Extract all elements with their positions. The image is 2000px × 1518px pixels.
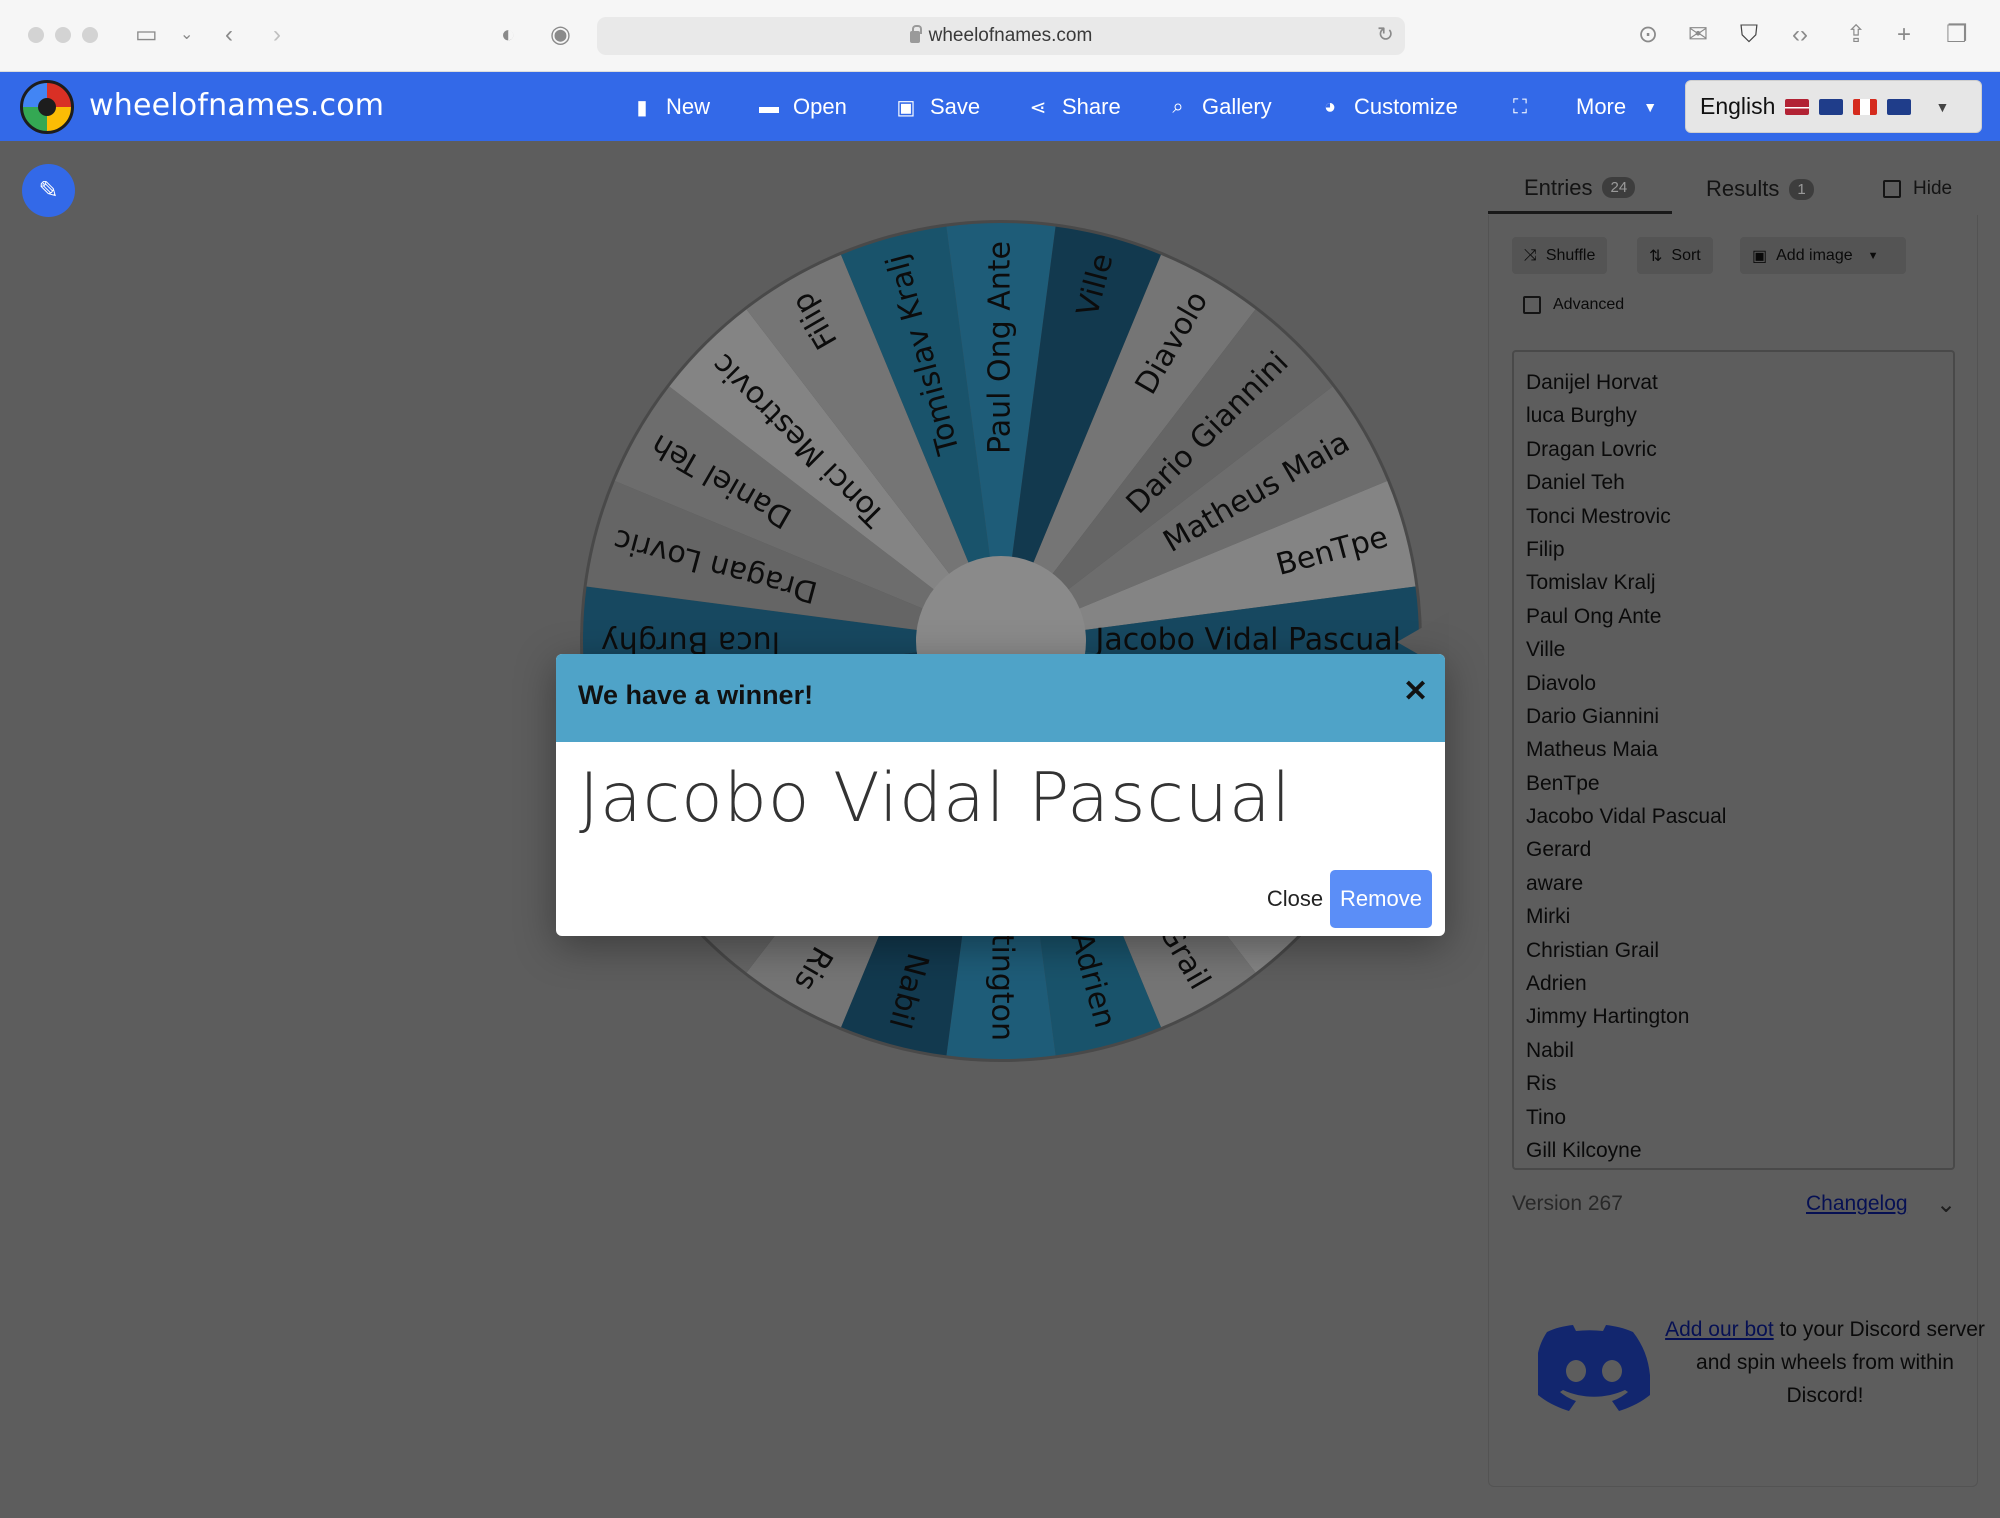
- remove-button[interactable]: Remove: [1330, 870, 1432, 928]
- search-icon: ⌕: [1172, 95, 1184, 118]
- share-icon[interactable]: ⇪: [1846, 20, 1866, 50]
- nav-more-button[interactable]: More ▼: [1576, 92, 1662, 122]
- file-icon: ▮: [636, 96, 648, 119]
- bitwarden-icon[interactable]: ⛉: [1740, 20, 1758, 50]
- url-text: wheelofnames.com: [928, 25, 1093, 46]
- uk-flag-icon: [1819, 98, 1844, 115]
- close-icon[interactable]: ✕: [1403, 674, 1428, 709]
- nav-open-button[interactable]: ▬ Open: [757, 92, 847, 122]
- folder-icon: ▬: [759, 95, 779, 118]
- back-icon[interactable]: ‹: [225, 20, 233, 50]
- reload-icon[interactable]: ↻: [1377, 20, 1394, 50]
- winner-name: Jacobo Vidal Pascual: [579, 759, 1292, 838]
- caret-down-icon: ▼: [1935, 98, 1950, 115]
- window-minimize-dot[interactable]: [55, 27, 71, 43]
- edit-button[interactable]: ✎: [22, 164, 75, 217]
- nav-more-label: More: [1576, 94, 1627, 119]
- nav-new-button[interactable]: ▮ New: [630, 92, 710, 122]
- devtools-icon[interactable]: ‹›: [1792, 20, 1808, 50]
- privacy-shield-icon[interactable]: ◐: [501, 20, 516, 50]
- fullscreen-icon: ⛶: [1513, 95, 1527, 118]
- nav-gallery-label: Gallery: [1202, 94, 1272, 119]
- download-icon[interactable]: ⊙: [1638, 20, 1658, 50]
- nav-new-label: New: [666, 94, 711, 119]
- brand-name[interactable]: wheelofnames.com: [89, 88, 384, 123]
- ca-flag-icon: [1853, 98, 1878, 115]
- caret-down-icon: ▼: [1643, 99, 1658, 115]
- forward-icon[interactable]: ›: [273, 20, 281, 50]
- palette-icon: ◕: [1323, 95, 1337, 118]
- nav-customize-label: Customize: [1354, 94, 1458, 119]
- nav-customize-button[interactable]: ◕ Customize: [1318, 92, 1458, 122]
- au-flag-icon: [1887, 98, 1912, 115]
- us-flag-icon: [1785, 98, 1810, 115]
- nav-gallery-button[interactable]: ⌕ Gallery: [1166, 92, 1272, 122]
- fullscreen-button[interactable]: ⛶: [1508, 92, 1532, 122]
- nav-save-label: Save: [930, 94, 981, 119]
- grammarly-icon[interactable]: ◉: [550, 20, 571, 50]
- chevron-down-icon[interactable]: ⌄: [180, 20, 193, 50]
- nav-open-label: Open: [793, 94, 847, 119]
- window-close-dot[interactable]: [28, 27, 44, 43]
- language-label: English: [1700, 93, 1776, 119]
- nav-share-button[interactable]: ⋖ Share: [1026, 92, 1121, 122]
- dialog-title: We have a winner!: [578, 680, 814, 710]
- floppy-icon: ▣: [896, 96, 916, 119]
- logo[interactable]: [20, 80, 74, 134]
- new-tab-icon[interactable]: +: [1897, 20, 1911, 50]
- share-nodes-icon: ⋖: [1029, 96, 1047, 119]
- winner-dialog: We have a winner! ✕ Jacobo Vidal Pascual…: [556, 654, 1445, 936]
- sidebar-toggle-icon[interactable]: ▭: [135, 20, 158, 50]
- nav-save-button[interactable]: ▣ Save: [894, 92, 981, 122]
- tabs-overview-icon[interactable]: ❐: [1946, 20, 1968, 50]
- language-select[interactable]: English ▼: [1685, 80, 1982, 133]
- lock-icon: [909, 25, 922, 43]
- extension-icon[interactable]: ✉: [1688, 20, 1708, 50]
- pencil-icon: ✎: [38, 177, 59, 204]
- window-zoom-dot[interactable]: [82, 27, 98, 43]
- address-bar[interactable]: wheelofnames.com: [597, 17, 1405, 55]
- nav-share-label: Share: [1062, 94, 1121, 119]
